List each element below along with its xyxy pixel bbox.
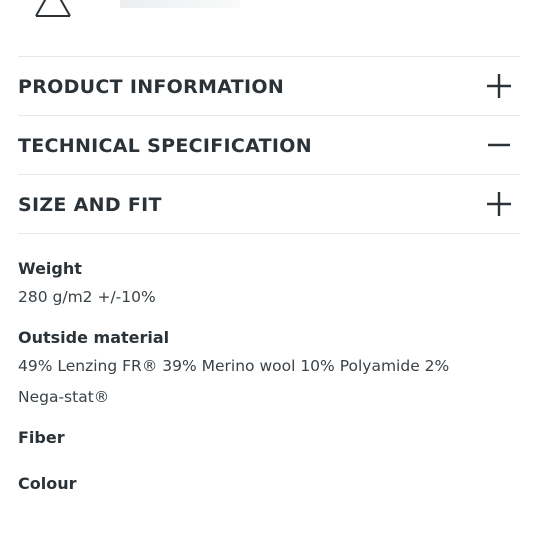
minus-icon[interactable] xyxy=(484,130,514,160)
faded-top-label xyxy=(120,0,240,8)
spec-label: Colour xyxy=(18,474,77,493)
spec-value-line-2: Nega-stat® xyxy=(18,388,110,406)
spec-value: 280 g/m2 +/-10% xyxy=(18,288,156,306)
spec-label: Weight xyxy=(18,259,82,278)
spec-label: Outside material xyxy=(18,328,170,347)
spec-fiber: Fiber xyxy=(18,427,520,449)
accordion-product-information[interactable]: PRODUCT INFORMATION xyxy=(18,56,520,115)
spec-label: Fiber xyxy=(18,428,65,447)
product-details-page: PRODUCT INFORMATION TECHNICAL SPECIFICAT… xyxy=(0,0,538,538)
plus-icon[interactable] xyxy=(484,71,514,101)
accordion-title: SIZE AND FIT xyxy=(18,194,162,216)
warning-triangle-icon xyxy=(35,0,71,17)
technical-specification-content: Weight 280 g/m2 +/-10% Outside material … xyxy=(18,258,520,509)
accordion-title: PRODUCT INFORMATION xyxy=(18,76,285,98)
accordion-technical-specification[interactable]: TECHNICAL SPECIFICATION xyxy=(18,115,520,174)
accordion-title: TECHNICAL SPECIFICATION xyxy=(18,135,312,157)
spec-weight: Weight 280 g/m2 +/-10% xyxy=(18,258,520,313)
spec-value-line-1: 49% Lenzing FR® 39% Merino wool 10% Poly… xyxy=(18,357,450,375)
details-accordion: PRODUCT INFORMATION TECHNICAL SPECIFICAT… xyxy=(18,56,520,234)
plus-icon[interactable] xyxy=(484,189,514,219)
spec-outside-material: Outside material 49% Lenzing FR® 39% Mer… xyxy=(18,327,520,413)
accordion-size-and-fit[interactable]: SIZE AND FIT xyxy=(18,174,520,234)
spec-colour: Colour xyxy=(18,473,520,495)
